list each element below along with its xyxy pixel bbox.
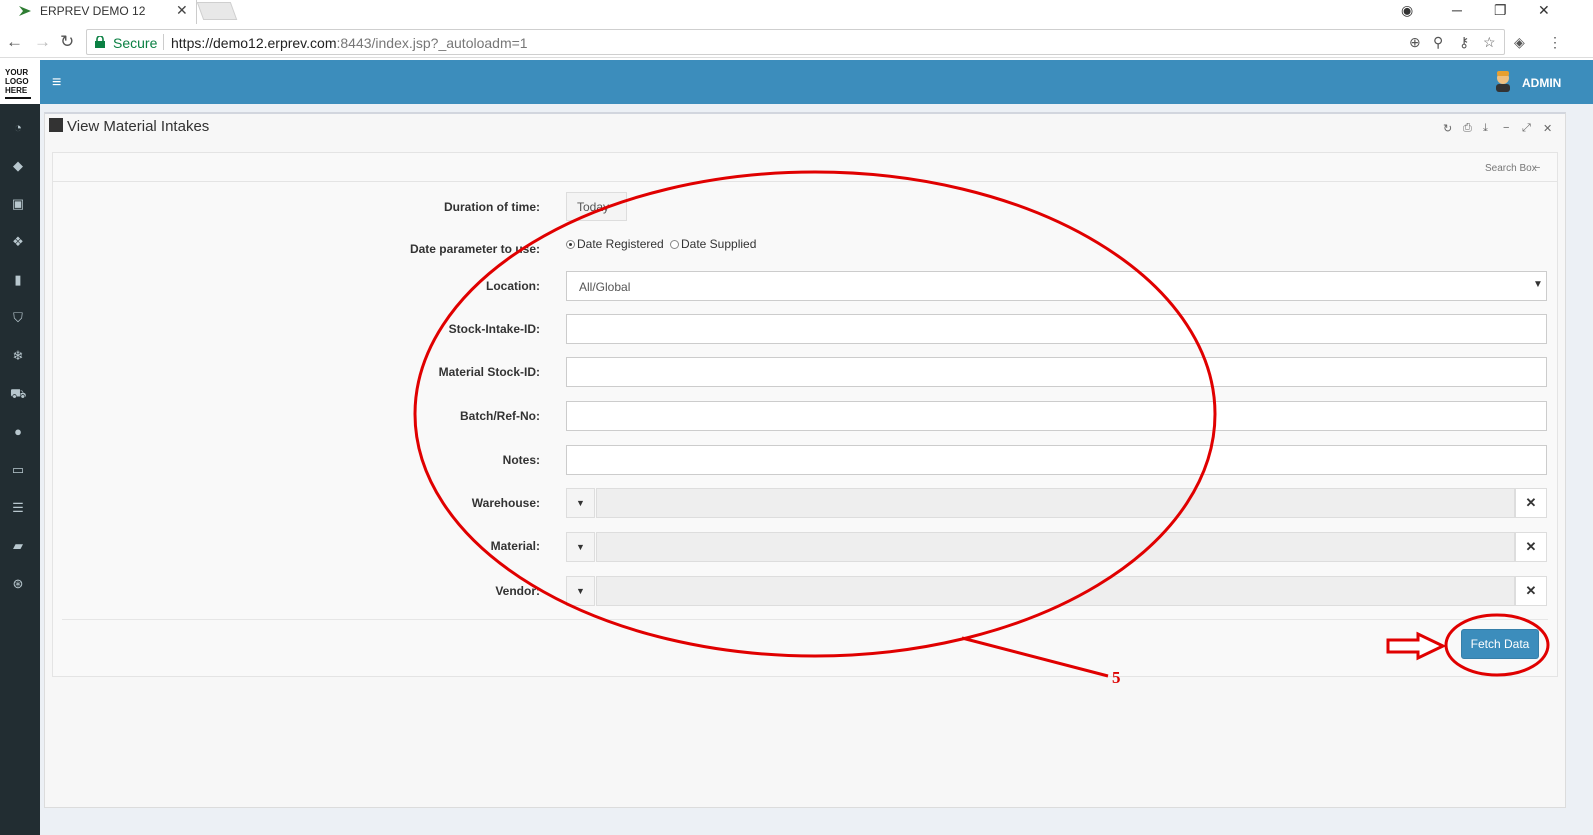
panel-close-icon[interactable]: ✕ bbox=[1543, 122, 1552, 135]
circle-icon[interactable]: ● bbox=[10, 424, 26, 440]
duration-select[interactable]: Today bbox=[566, 192, 627, 221]
reload-icon[interactable]: ↻ bbox=[60, 32, 74, 52]
form-divider bbox=[62, 619, 1548, 620]
money-icon[interactable]: ▣ bbox=[10, 196, 26, 212]
fetch-data-button[interactable]: Fetch Data bbox=[1461, 629, 1539, 659]
url-text: https://demo12.erprev.com:8443/index.jsp… bbox=[171, 35, 528, 51]
location-select[interactable]: All/Global bbox=[566, 271, 1547, 301]
logo-line-2: LOGO bbox=[5, 77, 29, 86]
material-label: Material: bbox=[490, 539, 540, 553]
warehouse-clear-icon[interactable]: ✕ bbox=[1515, 488, 1547, 518]
cubes-icon[interactable]: ❖ bbox=[10, 234, 26, 250]
company-logo: YOUR LOGO HERE bbox=[0, 60, 40, 104]
back-icon[interactable]: ← bbox=[6, 32, 23, 52]
cart-icon[interactable]: ⛟ bbox=[10, 386, 26, 402]
warehouse-label: Warehouse: bbox=[471, 496, 540, 510]
vendor-clear-icon[interactable]: ✕ bbox=[1515, 576, 1547, 606]
panel-title: View Material Intakes bbox=[67, 118, 210, 135]
radio-date-supplied-label: Date Supplied bbox=[681, 237, 757, 251]
user-avatar[interactable] bbox=[1493, 70, 1513, 92]
sidebar-toggle-icon[interactable]: ≡ bbox=[52, 74, 61, 92]
logo-underline bbox=[5, 97, 31, 99]
material-field[interactable] bbox=[596, 532, 1515, 562]
erprev-favicon-icon bbox=[19, 6, 31, 16]
bookmark-star-icon[interactable]: ☆ bbox=[1483, 34, 1496, 51]
stock-intake-input[interactable] bbox=[566, 314, 1547, 344]
location-label: Location: bbox=[486, 279, 540, 293]
download-icon[interactable]: ⤓ bbox=[1483, 122, 1488, 135]
database-icon[interactable]: ☰ bbox=[10, 500, 26, 516]
vendor-dropdown-caret-icon[interactable]: ▼ bbox=[566, 576, 595, 606]
batch-input[interactable] bbox=[566, 401, 1547, 431]
address-separator bbox=[163, 34, 164, 50]
user-name[interactable]: ADMIN bbox=[1522, 76, 1561, 90]
radio-checked-icon bbox=[566, 240, 575, 249]
notes-input[interactable] bbox=[566, 445, 1547, 475]
radio-unchecked-icon bbox=[670, 240, 679, 249]
search-box-label[interactable]: Search Box bbox=[1485, 163, 1537, 174]
key-icon[interactable]: ⚷ bbox=[1459, 34, 1469, 51]
date-param-label: Date parameter to use: bbox=[409, 242, 540, 256]
dashboard-icon[interactable]: ◔ bbox=[10, 120, 26, 136]
window-close-icon[interactable]: ✕ bbox=[1538, 2, 1550, 19]
logo-line-3: HERE bbox=[5, 86, 28, 95]
material-stock-input[interactable] bbox=[566, 357, 1547, 387]
tab-title: ERPREV DEMO 12 bbox=[40, 4, 146, 18]
snowflake-icon[interactable]: ❄ bbox=[10, 348, 26, 364]
extension-icon[interactable]: ◈ bbox=[1514, 34, 1525, 51]
book-icon[interactable]: ▰ bbox=[10, 538, 26, 554]
search-box-header-divider bbox=[52, 181, 1558, 182]
restore-icon[interactable]: ❐ bbox=[1494, 2, 1507, 19]
collapse-icon[interactable]: − bbox=[1503, 122, 1509, 134]
shield-icon[interactable]: ⛉ bbox=[10, 310, 26, 326]
material-stock-label: Material Stock-ID: bbox=[438, 365, 540, 379]
app-header bbox=[0, 60, 1593, 104]
url-path: :8443/index.jsp?_autoloadm=1 bbox=[336, 35, 528, 51]
stock-intake-label: Stock-Intake-ID: bbox=[448, 322, 540, 336]
notes-label: Notes: bbox=[502, 453, 540, 467]
desktop-icon[interactable]: ▭ bbox=[10, 462, 26, 478]
forward-icon[interactable]: → bbox=[34, 32, 51, 52]
warehouse-dropdown-caret-icon[interactable]: ▼ bbox=[566, 488, 595, 518]
radio-date-registered-label: Date Registered bbox=[577, 237, 664, 251]
secure-label: Secure bbox=[113, 35, 158, 51]
lifebuoy-icon[interactable]: ⊛ bbox=[10, 576, 26, 592]
tab-close-icon[interactable]: ✕ bbox=[176, 2, 188, 19]
expand-icon[interactable]: ⤢ bbox=[1522, 122, 1531, 135]
tag-icon[interactable]: ◆ bbox=[10, 158, 26, 174]
logo-line-1: YOUR bbox=[5, 68, 29, 77]
minimize-icon[interactable]: ─ bbox=[1452, 2, 1462, 18]
batch-label: Batch/Ref-No: bbox=[460, 409, 540, 423]
duration-label: Duration of time: bbox=[444, 200, 540, 214]
vendor-field[interactable] bbox=[596, 576, 1515, 606]
building-icon[interactable]: ▮ bbox=[10, 272, 26, 288]
location-icon[interactable]: ⊕ bbox=[1409, 34, 1421, 51]
new-tab-button[interactable] bbox=[196, 2, 238, 20]
material-clear-icon[interactable]: ✕ bbox=[1515, 532, 1547, 562]
search-box-collapse-icon[interactable]: − bbox=[1534, 162, 1540, 174]
print-icon[interactable]: ⎙ bbox=[1463, 122, 1472, 135]
browser-toolbar: ← → ↻ Secure https://demo12.erprev.com:8… bbox=[0, 26, 1593, 58]
zoom-icon[interactable]: ⚲ bbox=[1433, 34, 1443, 51]
profile-icon[interactable]: ◉ bbox=[1401, 2, 1413, 19]
menu-icon[interactable]: ⋮ bbox=[1548, 34, 1562, 51]
url-host: https://demo12.erprev.com bbox=[171, 35, 337, 51]
lock-icon bbox=[95, 36, 105, 48]
browser-tab-bar: ERPREV DEMO 12 ✕ ◉ ─ ❐ ✕ bbox=[0, 0, 1593, 24]
film-icon bbox=[49, 118, 63, 132]
radio-date-registered[interactable]: Date Registered bbox=[566, 237, 664, 251]
radio-date-supplied[interactable]: Date Supplied bbox=[670, 237, 756, 251]
sidebar: ◔ ◆ ▣ ❖ ▮ ⛉ ❄ ⛟ ● ▭ ☰ ▰ ⊛ bbox=[0, 104, 40, 835]
warehouse-field[interactable] bbox=[596, 488, 1515, 518]
annotation-step-number: 5 bbox=[1112, 668, 1121, 687]
browser-tab[interactable]: ERPREV DEMO 12 ✕ bbox=[0, 0, 197, 24]
chevron-down-icon: ▼ bbox=[1533, 279, 1543, 290]
material-dropdown-caret-icon[interactable]: ▼ bbox=[566, 532, 595, 562]
vendor-label: Vendor: bbox=[495, 584, 540, 598]
refresh-icon[interactable]: ↻ bbox=[1443, 122, 1452, 135]
address-bar[interactable]: Secure https://demo12.erprev.com:8443/in… bbox=[86, 29, 1505, 55]
